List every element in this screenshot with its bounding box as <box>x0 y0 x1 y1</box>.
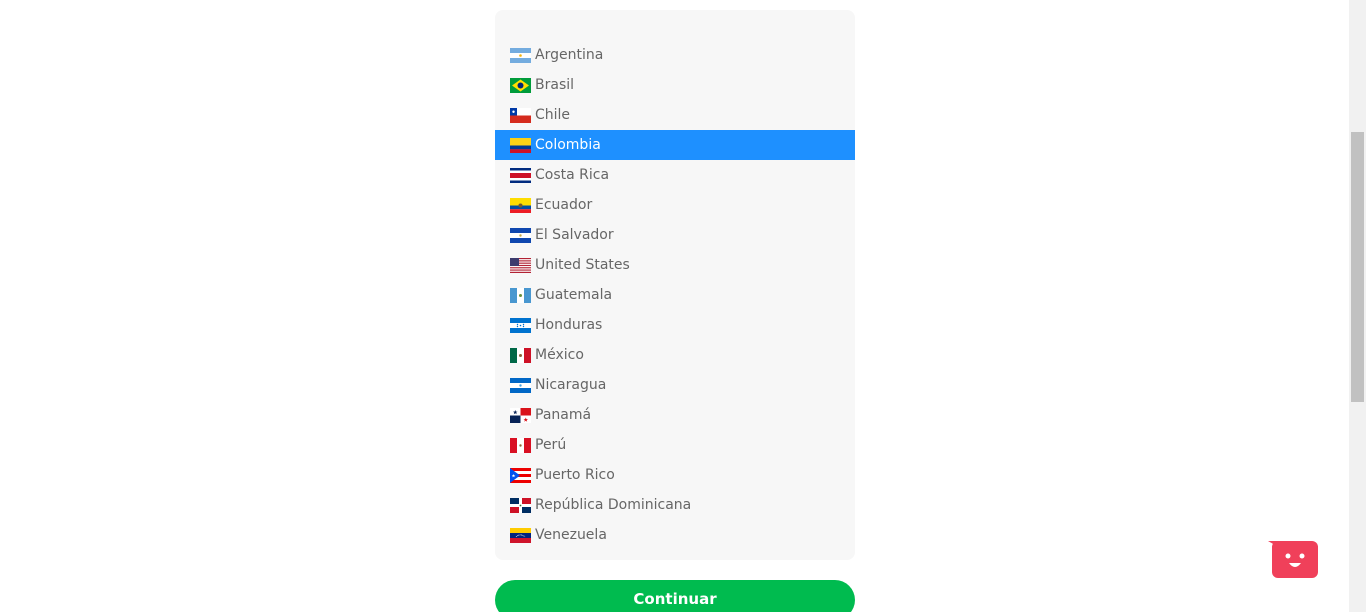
chile-flag-icon <box>510 107 531 123</box>
republica-dominicana-flag-icon <box>510 497 531 513</box>
country-option-label: Perú <box>535 437 567 453</box>
country-listbox[interactable]: Argentina Brasil Chile Colombia Costa Ri… <box>495 10 855 560</box>
country-option-label: República Dominicana <box>535 497 692 513</box>
country-option-label: Costa Rica <box>535 167 610 183</box>
country-option-republica-dominicana[interactable]: República Dominicana <box>495 490 855 520</box>
venezuela-flag-icon <box>510 527 531 543</box>
country-option-venezuela[interactable]: Venezuela <box>495 520 855 550</box>
country-option-honduras[interactable]: Honduras <box>495 310 855 340</box>
united-states-flag-icon <box>510 257 531 273</box>
nicaragua-flag-icon <box>510 377 531 393</box>
country-option-united-states[interactable]: United States <box>495 250 855 280</box>
scrollbar-thumb[interactable] <box>1351 132 1364 402</box>
country-option-brasil[interactable]: Brasil <box>495 70 855 100</box>
country-option-label: Chile <box>535 107 571 123</box>
honduras-flag-icon <box>510 317 531 333</box>
page-scrollbar[interactable] <box>1349 0 1366 612</box>
country-option-label: Colombia <box>535 137 601 153</box>
puerto-rico-flag-icon <box>510 467 531 483</box>
country-option-label: Guatemala <box>535 287 613 303</box>
country-option-nicaragua[interactable]: Nicaragua <box>495 370 855 400</box>
country-option-label: United States <box>535 257 630 273</box>
country-option-el-salvador[interactable]: El Salvador <box>495 220 855 250</box>
costa-rica-flag-icon <box>510 167 531 183</box>
smiley-face-icon <box>1268 541 1318 578</box>
country-option-peru[interactable]: Perú <box>495 430 855 460</box>
continue-button[interactable]: Continuar <box>495 580 855 612</box>
country-option-mexico[interactable]: México <box>495 340 855 370</box>
country-option-label: Honduras <box>535 317 603 333</box>
country-option-label: Argentina <box>535 47 604 63</box>
country-option-ecuador[interactable]: Ecuador <box>495 190 855 220</box>
country-option-label: Nicaragua <box>535 377 607 393</box>
argentina-flag-icon <box>510 47 531 63</box>
country-option-label: Panamá <box>535 407 592 423</box>
country-option-colombia[interactable]: Colombia <box>495 130 855 160</box>
country-option-label: México <box>535 347 584 363</box>
mexico-flag-icon <box>510 347 531 363</box>
chat-widget-button[interactable] <box>1266 540 1318 580</box>
country-option-label: Venezuela <box>535 527 607 543</box>
country-option-puerto-rico[interactable]: Puerto Rico <box>495 460 855 490</box>
brasil-flag-icon <box>510 77 531 93</box>
country-option-label: Puerto Rico <box>535 467 615 483</box>
peru-flag-icon <box>510 437 531 453</box>
country-option-label: El Salvador <box>535 227 614 243</box>
ecuador-flag-icon <box>510 197 531 213</box>
country-option-label: Ecuador <box>535 197 593 213</box>
country-option-guatemala[interactable]: Guatemala <box>495 280 855 310</box>
colombia-flag-icon <box>510 137 531 153</box>
country-option-costa-rica[interactable]: Costa Rica <box>495 160 855 190</box>
country-option-label: Brasil <box>535 77 575 93</box>
country-option-argentina[interactable]: Argentina <box>495 40 855 70</box>
country-option-chile[interactable]: Chile <box>495 100 855 130</box>
el-salvador-flag-icon <box>510 227 531 243</box>
country-option-panama[interactable]: Panamá <box>495 400 855 430</box>
guatemala-flag-icon <box>510 287 531 303</box>
panama-flag-icon <box>510 407 531 423</box>
